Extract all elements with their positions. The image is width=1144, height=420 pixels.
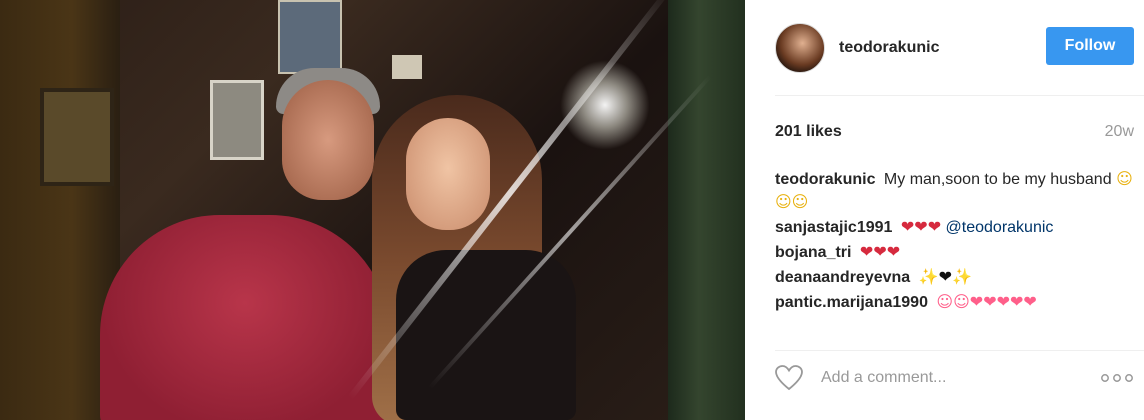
comment-mention[interactable]: @teodorakunic [946,219,1054,236]
photo-sign [392,55,422,79]
photo-frame [210,80,264,160]
comment-username[interactable]: sanjastajic1991 [775,219,892,236]
likes-count[interactable]: 201 likes [775,123,842,141]
comment-item: sanjastajic1991 ❤❤❤ @teodorakunic [775,216,1134,239]
avatar[interactable] [775,22,825,73]
comment-item: teodorakunic My man,soon to be my husban… [775,168,1134,214]
pink-heart-emoji-icon: ☺☺❤❤❤❤❤ [936,292,1037,311]
comment-username[interactable]: bojana_tri [775,244,851,261]
photo-frame [40,88,114,186]
post-age[interactable]: 20w [1105,123,1134,141]
comment-item: deanaandreyevna ✨❤✨ [775,266,1134,289]
photo-woman-face [406,118,490,230]
divider [775,350,1144,351]
photo-woman-dress [396,250,576,420]
heart-outline-icon[interactable] [775,364,803,392]
post-stats: 201 likes 20w [775,120,1134,144]
comment-list: teodorakunic My man,soon to be my husban… [775,168,1134,334]
post-header: teodorakunic Follow [775,0,1144,96]
post-sidebar: teodorakunic Follow 201 likes 20w teodor… [745,0,1144,420]
heart-emoji-icon: ❤❤❤ [859,242,901,261]
instagram-post: teodorakunic Follow 201 likes 20w teodor… [0,0,1144,420]
comment-text: My man,soon to be my husband [883,171,1112,188]
photo-man-face [282,80,374,200]
comment-username[interactable]: teodorakunic [775,171,875,188]
heart-emoji-icon: ❤❤❤ [900,217,942,236]
sparkle-heart-emoji-icon: ✨❤✨ [918,267,972,286]
comment-username[interactable]: pantic.marijana1990 [775,294,928,311]
comment-item: bojana_tri ❤❤❤ [775,241,1134,264]
add-comment-row [775,362,1134,394]
comment-username[interactable]: deanaandreyevna [775,269,910,286]
add-comment-input[interactable] [819,368,1100,388]
photo-poster [278,0,342,74]
comment-item: pantic.marijana1990 ☺☺❤❤❤❤❤ [775,291,1134,314]
post-photo[interactable] [0,0,745,420]
photo-man-shirt [100,215,390,420]
photo-pillar [668,0,745,420]
post-username[interactable]: teodorakunic [839,39,939,57]
follow-button[interactable]: Follow [1046,27,1134,65]
more-options-icon[interactable] [1100,368,1134,388]
